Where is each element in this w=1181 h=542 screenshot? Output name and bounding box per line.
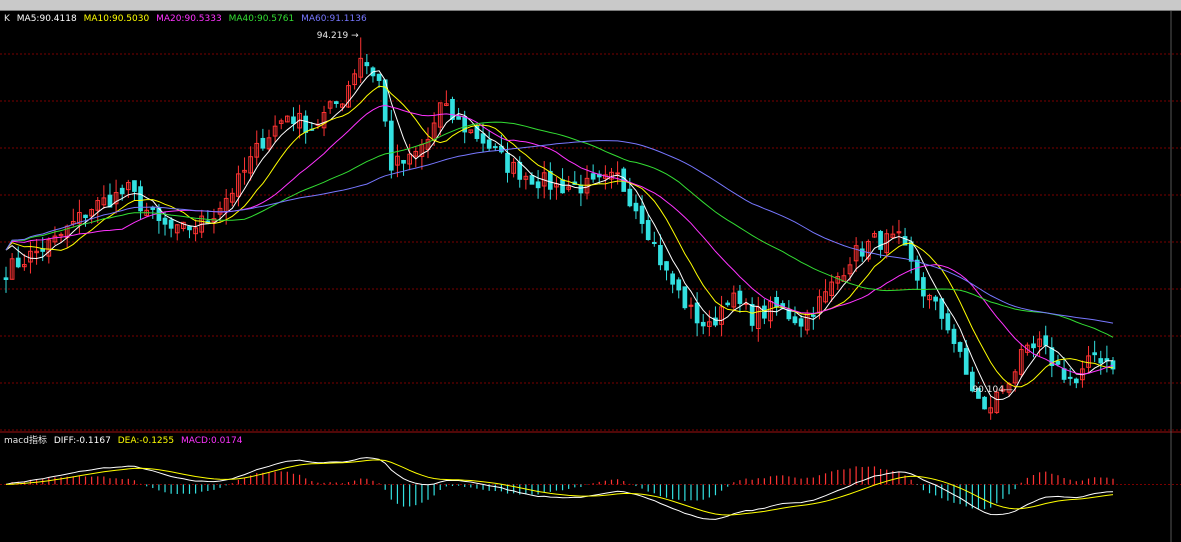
candle-body — [633, 202, 639, 212]
candle-body — [3, 277, 9, 280]
candle-body — [639, 205, 645, 224]
candle-body — [83, 214, 88, 219]
candle-body — [1073, 378, 1079, 384]
candle-body — [670, 273, 675, 285]
ma-line-ma60 — [5, 140, 1114, 324]
candle-body — [658, 245, 663, 266]
ma-line-ma5 — [5, 70, 1113, 401]
candle-body — [187, 226, 192, 231]
candle-body — [762, 305, 767, 319]
candle-body — [737, 290, 743, 304]
right-arrow-icon: → — [351, 31, 359, 42]
candle-body — [480, 133, 486, 144]
legend-ma10: MA10:90.5030 — [83, 14, 150, 24]
candle-body — [933, 296, 938, 302]
candle-body — [119, 187, 125, 195]
candle-body — [291, 116, 296, 125]
macd-panel[interactable] — [5, 457, 1114, 520]
candle-body — [645, 220, 651, 241]
candle-body — [627, 188, 633, 207]
candle-body — [535, 181, 541, 189]
candle-body — [1098, 358, 1104, 364]
candle-body — [492, 146, 498, 149]
candle-body — [456, 116, 461, 120]
candle-body — [260, 137, 266, 149]
macd-legend: macd指标 DIFF:-0.1167 DEA:-0.1255 MACD:0.0… — [4, 435, 247, 447]
candle-body — [590, 173, 596, 180]
candle-body — [694, 302, 700, 324]
candle-body — [1043, 335, 1049, 346]
candle-body — [725, 302, 731, 306]
candle-body — [1067, 376, 1073, 379]
candle-body — [774, 296, 779, 308]
legend-ma40: MA40:90.5761 — [228, 14, 295, 24]
ma-line-ma20 — [5, 104, 1114, 375]
stock-chart-canvas[interactable] — [0, 0, 1181, 542]
legend-macd: MACD:0.0174 — [180, 436, 243, 446]
candle-body — [1055, 360, 1061, 365]
candle-body — [945, 313, 951, 331]
candle-body — [651, 241, 657, 244]
candle-body — [700, 321, 706, 327]
candle-body — [676, 279, 682, 291]
kline-legend: K MA5:90.4118 MA10:90.5030 MA20:90.5333 … — [4, 13, 371, 25]
candle-body — [982, 396, 987, 410]
candle-body — [957, 342, 963, 352]
low-price-value: 90.104 — [972, 385, 1004, 396]
candle-body — [939, 298, 945, 319]
high-price-label: 94.219 → — [317, 31, 359, 41]
legend-dea: DEA:-0.1255 — [117, 436, 175, 446]
candle-body — [921, 277, 926, 297]
macd-legend-prefix: macd指标 — [4, 436, 47, 446]
candle-body — [615, 172, 620, 175]
candle-body — [749, 303, 755, 326]
candle-body — [547, 170, 553, 190]
candle-body — [376, 73, 382, 81]
candle-body — [168, 219, 174, 229]
high-price-value: 94.219 — [316, 31, 349, 42]
candle-body — [878, 231, 883, 250]
candle-body — [162, 217, 168, 225]
candle-body — [401, 160, 406, 164]
candle-body — [150, 207, 156, 210]
price-grid — [0, 11, 1181, 542]
candle-body — [908, 241, 914, 262]
candle-body — [388, 120, 394, 171]
candle-body — [810, 314, 816, 317]
candle-body — [914, 259, 920, 281]
candle-body — [333, 101, 339, 104]
legend-diff: DIFF:-0.1167 — [53, 436, 111, 446]
candle-body — [859, 248, 865, 257]
candle-body — [486, 139, 492, 149]
candle-body — [364, 62, 370, 67]
candle-body — [1031, 343, 1036, 349]
dea-line — [5, 459, 1114, 516]
low-price-label: 90.104— — [972, 385, 1013, 395]
candle-body — [951, 328, 957, 344]
candle-body — [792, 316, 798, 324]
candle-body — [529, 175, 535, 185]
candle-body — [578, 184, 584, 194]
candlestick-series[interactable] — [3, 37, 1116, 420]
candle-body — [303, 115, 309, 133]
legend-ma5: MA5:90.4118 — [16, 14, 77, 24]
legend-ma20: MA20:90.5333 — [156, 14, 222, 24]
diff-line — [5, 457, 1114, 520]
ma-line-ma10 — [5, 85, 1114, 388]
tick-line-icon: — — [1003, 385, 1013, 396]
candle-body — [664, 261, 669, 271]
candle-body — [963, 348, 969, 375]
moving-average-lines — [5, 70, 1114, 401]
kline-legend-prefix: K — [4, 14, 10, 24]
candle-body — [15, 257, 21, 268]
candle-body — [1092, 352, 1097, 356]
candle-body — [798, 318, 804, 327]
candle-body — [505, 152, 510, 173]
candle-body — [132, 180, 137, 192]
legend-ma60: MA60:91.1136 — [301, 14, 367, 24]
candle-body — [1061, 368, 1067, 380]
candle-body — [517, 161, 523, 180]
candle-body — [682, 286, 688, 309]
candle-body — [560, 179, 565, 194]
